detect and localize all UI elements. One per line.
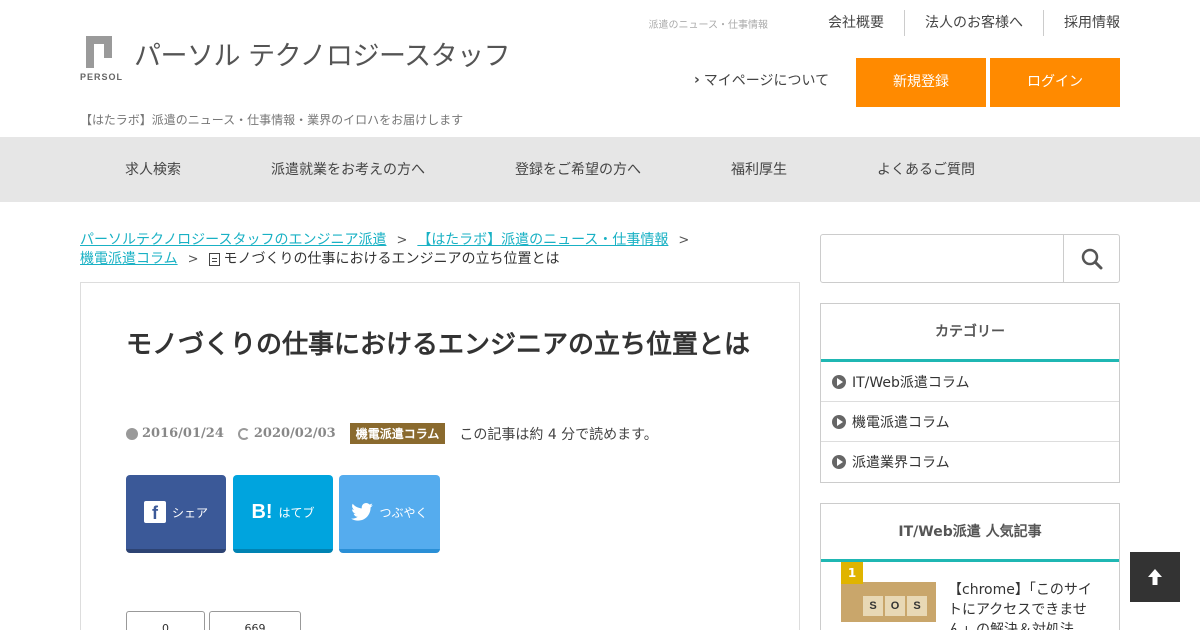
twitter-icon	[351, 503, 374, 521]
breadcrumb-category[interactable]: 機電派遣コラム	[80, 250, 178, 269]
top-small-link[interactable]: 派遣のニュース・仕事情報	[649, 16, 769, 31]
corporate-link[interactable]: 法人のお客様へ	[904, 10, 1043, 36]
site-logo[interactable]: PERSOL パーソル テクノロジースタッフ	[80, 34, 511, 82]
clock-icon	[126, 427, 138, 440]
search-box	[820, 234, 1120, 283]
nav-welfare[interactable]: 福利厚生	[731, 137, 787, 202]
nav-registration[interactable]: 登録をご希望の方へ	[515, 137, 641, 202]
breadcrumb-hatalab[interactable]: 【はたラボ】派遣のニュース・仕事情報	[417, 231, 668, 250]
nav-considering[interactable]: 派遣就業をお考えの方へ	[271, 137, 425, 202]
mypage-link[interactable]: › マイページについて	[694, 70, 829, 90]
chevron-right-icon: >	[187, 252, 199, 267]
search-icon	[1081, 248, 1102, 269]
nav-faq[interactable]: よくあるご質問	[877, 137, 975, 202]
facebook-icon: f	[143, 501, 166, 523]
twitter-share-label: つぶやく	[379, 505, 428, 520]
logo-text: パーソル テクノロジースタッフ	[134, 41, 511, 72]
rank-badge: 1	[841, 562, 863, 584]
document-icon	[208, 253, 220, 266]
facebook-share-label: シェア	[171, 505, 208, 520]
article-title: モノづくりの仕事におけるエンジニアの立ち位置とは	[126, 330, 751, 360]
play-circle-icon	[832, 374, 846, 389]
play-circle-icon	[832, 414, 846, 429]
company-link[interactable]: 会社概要	[808, 10, 904, 36]
category-label: 機電派遣コラム	[852, 414, 950, 431]
popular-widget: IT/Web派遣 人気記事 S O S 1 【chrome】「このサイトにアクセ…	[820, 503, 1120, 630]
article-thumbnail[interactable]: S O S	[841, 582, 936, 622]
updated-date: 2020/02/03	[253, 426, 336, 441]
facebook-share-button[interactable]: f シェア	[126, 475, 226, 553]
login-button[interactable]: ログイン	[990, 58, 1120, 107]
global-nav: 求人検索 派遣就業をお考えの方へ 登録をご希望の方へ 福利厚生 よくあるご質問	[0, 137, 1200, 202]
category-item-itweb[interactable]: IT/Web派遣コラム	[821, 362, 1119, 402]
breadcrumb: パーソルテクノロジースタッフのエンジニア派遣 > 【はたラボ】派遣のニュース・仕…	[80, 231, 699, 250]
share-count: 669	[209, 611, 301, 630]
play-circle-icon	[832, 455, 846, 469]
hatena-share-label: はてブ	[278, 505, 315, 520]
thumb-letter: S	[907, 596, 927, 616]
thumb-letter: O	[885, 596, 905, 616]
published-date: 2016/01/24	[142, 426, 224, 441]
chevron-right-icon: ›	[694, 72, 700, 88]
top-links: 派遣のニュース・仕事情報 会社概要 法人のお客様へ 採用情報	[649, 10, 1120, 36]
category-widget: カテゴリー IT/Web派遣コラム 機電派遣コラム 派遣業界コラム	[820, 303, 1120, 483]
hatena-icon: B!	[251, 500, 273, 523]
thumb-letter: S	[863, 596, 883, 616]
search-input[interactable]	[821, 235, 1063, 282]
category-label: 派遣業界コラム	[852, 455, 950, 471]
persol-logo-icon: PERSOL	[80, 34, 124, 82]
logo-mark-text: PERSOL	[80, 72, 124, 82]
chevron-right-icon: >	[678, 233, 690, 248]
arrow-up-icon	[1148, 569, 1162, 585]
breadcrumb-current: モノづくりの仕事におけるエンジニアの立ち位置とは	[223, 251, 560, 267]
popular-item-title[interactable]: 【chrome】「このサイトにアクセスできません」の解決＆対処法	[948, 580, 1103, 630]
site-tagline: 【はたラボ】派遣のニュース・仕事情報・業界のイロハをお届けします	[80, 113, 464, 127]
site-header: PERSOL パーソル テクノロジースタッフ 【はたラボ】派遣のニュース・仕事情…	[0, 0, 1200, 137]
back-to-top-button[interactable]	[1130, 552, 1180, 602]
category-label: IT/Web派遣コラム	[852, 374, 970, 391]
article-meta: 2016/01/24 2020/02/03 機電派遣コラム この記事は約 4 分…	[126, 423, 658, 444]
category-item-haken[interactable]: 派遣業界コラム	[821, 442, 1119, 482]
mypage-label: マイページについて	[703, 73, 830, 89]
category-item-kiden[interactable]: 機電派遣コラム	[821, 402, 1119, 442]
popular-widget-title: IT/Web派遣 人気記事	[821, 504, 1119, 562]
recruit-link[interactable]: 採用情報	[1043, 10, 1120, 36]
popular-item[interactable]: S O S 1 【chrome】「このサイトにアクセスできません」の解決＆対処法	[821, 562, 1119, 630]
breadcrumb-home[interactable]: パーソルテクノロジースタッフのエンジニア派遣	[80, 231, 386, 250]
read-time: この記事は約 4 分で読めます。	[459, 426, 658, 443]
hatena-share-button[interactable]: B! はてブ	[233, 475, 333, 553]
share-count: 0	[126, 611, 205, 630]
category-widget-title: カテゴリー	[821, 304, 1119, 362]
nav-job-search[interactable]: 求人検索	[125, 137, 181, 202]
article-card: モノづくりの仕事におけるエンジニアの立ち位置とは 2016/01/24 2020…	[80, 282, 800, 630]
search-button[interactable]	[1063, 235, 1119, 282]
breadcrumb-row-2: 機電派遣コラム > モノづくりの仕事におけるエンジニアの立ち位置とは	[80, 250, 560, 269]
category-badge[interactable]: 機電派遣コラム	[349, 423, 446, 444]
register-button[interactable]: 新規登録	[856, 58, 986, 107]
twitter-share-button[interactable]: つぶやく	[339, 475, 440, 553]
chevron-right-icon: >	[396, 233, 408, 248]
refresh-icon	[237, 427, 250, 440]
